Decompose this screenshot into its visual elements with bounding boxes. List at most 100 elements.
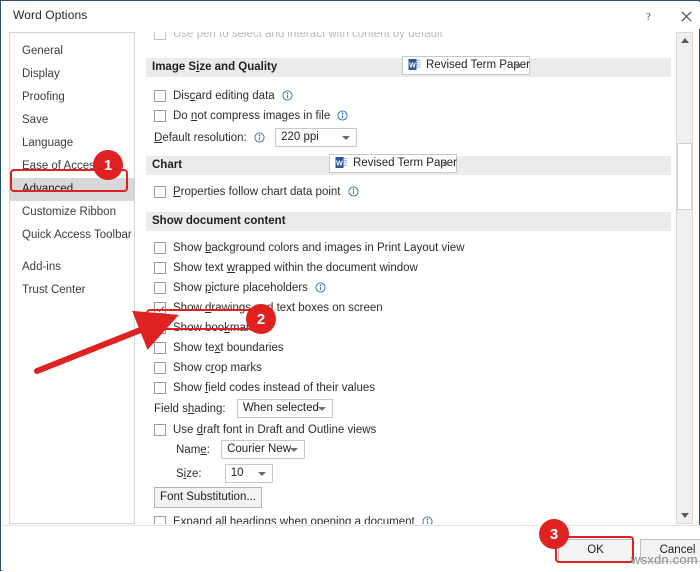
checkbox[interactable] — [154, 362, 166, 374]
option-label: Use pen to select and interact with cont… — [173, 32, 443, 40]
checkbox[interactable] — [154, 342, 166, 354]
section-title: Show document content — [152, 215, 286, 227]
option-label: Show drawings and text boxes on screen — [173, 302, 383, 314]
option-show-background-colors[interactable]: Show background colors and images in Pri… — [154, 241, 465, 255]
option-label: Show picture placeholders — [173, 282, 308, 294]
option-label: Show text wrapped within the document wi… — [173, 262, 418, 274]
checkbox[interactable] — [154, 90, 166, 102]
option-do-not-compress-images[interactable]: Do not compress images in file — [154, 109, 349, 123]
info-icon[interactable] — [337, 110, 349, 121]
sidebar-item-proofing[interactable]: Proofing — [10, 86, 134, 109]
sidebar-item-label: Proofing — [22, 91, 65, 103]
info-icon[interactable] — [254, 131, 265, 143]
chevron-down-icon — [317, 407, 326, 411]
chevron-down-icon — [342, 136, 351, 140]
scroll-down-arrow-icon[interactable] — [677, 508, 692, 523]
font-size-combo[interactable]: 10 — [224, 464, 273, 483]
checkbox[interactable] — [154, 242, 166, 254]
content-scrollbar[interactable] — [676, 32, 693, 524]
checkbox[interactable] — [154, 282, 166, 294]
sidebar-item-label: Display — [22, 68, 60, 80]
chevron-down-icon — [515, 64, 523, 68]
checkbox[interactable] — [154, 302, 166, 314]
checkbox[interactable] — [154, 322, 166, 334]
sidebar-item-quick-access-toolbar[interactable]: Quick Access Toolbar — [10, 224, 134, 247]
word-document-icon: W — [335, 156, 348, 169]
page-title: Word Options — [13, 8, 88, 22]
annotation-badge-2: 2 — [246, 304, 276, 334]
sidebar-item-save[interactable]: Save — [10, 109, 134, 132]
option-properties-follow-chart-data-point[interactable]: Properties follow chart data point — [154, 185, 359, 199]
option-label: Show background colors and images in Pri… — [173, 242, 465, 254]
option-show-field-codes[interactable]: Show field codes instead of their values — [154, 381, 375, 395]
dialog-footer: OK Cancel — [2, 525, 700, 572]
sidebar-item-add-ins[interactable]: Add-ins — [10, 256, 134, 279]
option-label: Show field codes instead of their values — [173, 382, 376, 394]
sidebar-item-trust-center[interactable]: Trust Center — [10, 279, 134, 302]
checkbox[interactable] — [154, 262, 166, 274]
annotation-badge-1: 1 — [93, 150, 123, 180]
option-use-pen-to-select[interactable]: Use pen to select and interact with cont… — [154, 32, 443, 41]
chevron-down-icon — [257, 472, 266, 476]
info-icon[interactable] — [348, 186, 359, 197]
options-category-list[interactable]: General Display Proofing Save Language E… — [9, 32, 135, 524]
option-show-crop-marks[interactable]: Show crop marks — [154, 361, 262, 375]
field-shading-label: Field shading: — [154, 402, 226, 415]
ok-button[interactable]: OK — [558, 539, 633, 562]
button-label: Font Substitution... — [160, 491, 256, 503]
font-name-combo[interactable]: Courier New — [221, 440, 306, 459]
option-show-bookmarks[interactable]: Show bookmarks — [154, 321, 261, 335]
image-scope-combo[interactable]: W Revised Term Paper — [402, 56, 530, 75]
option-label: Expand all headings when opening a docum… — [173, 516, 415, 524]
chevron-down-icon — [442, 162, 450, 166]
sidebar-item-label: Quick Access Toolbar — [22, 229, 132, 241]
chart-scope-combo[interactable]: W Revised Term Paper — [329, 154, 457, 173]
option-use-draft-font[interactable]: Use draft font in Draft and Outline view… — [154, 423, 376, 437]
option-expand-all-headings[interactable]: Expand all headings when opening a docum… — [154, 515, 433, 524]
info-icon[interactable] — [315, 282, 326, 293]
option-show-text-wrapped[interactable]: Show text wrapped within the document wi… — [154, 261, 418, 275]
option-show-picture-placeholders[interactable]: Show picture placeholders — [154, 281, 326, 295]
option-show-text-boundaries[interactable]: Show text boundaries — [154, 341, 284, 355]
sidebar-item-display[interactable]: Display — [10, 63, 134, 86]
scroll-up-arrow-icon[interactable] — [677, 33, 692, 48]
sidebar-item-label: Ease of Access — [22, 160, 101, 172]
combo-value: 10 — [230, 467, 244, 479]
font-name-label: Name: — [176, 443, 210, 456]
field-shading-row: Field shading: When selected — [154, 399, 333, 418]
section-title: Chart — [152, 159, 183, 171]
section-title: Image Size and Quality — [152, 61, 278, 73]
badge-label: 1 — [103, 156, 113, 174]
checkbox[interactable] — [154, 110, 166, 122]
checkbox[interactable] — [154, 516, 166, 524]
option-label: Properties follow chart data point — [173, 186, 341, 198]
sidebar-item-label: Save — [22, 114, 49, 126]
checkbox[interactable] — [154, 186, 166, 198]
scrollbar-thumb[interactable] — [677, 143, 692, 210]
default-resolution-row: Default resolution: 220 ppi — [154, 128, 358, 147]
default-resolution-combo[interactable]: 220 ppi — [275, 128, 358, 147]
combo-value: 220 ppi — [281, 131, 319, 143]
info-icon[interactable] — [422, 516, 433, 524]
word-options-dialog: Word Options ? General Display Proofing … — [0, 0, 700, 572]
draft-font-name-row: Name: Courier New — [176, 440, 306, 459]
checkbox[interactable] — [154, 424, 166, 436]
draft-font-size-row: Size: 10 — [176, 464, 273, 483]
field-shading-combo[interactable]: When selected — [236, 399, 333, 418]
svg-text:W: W — [336, 160, 343, 167]
info-icon[interactable] — [282, 90, 293, 101]
combo-value: When selected — [242, 402, 319, 414]
sidebar-item-customize-ribbon[interactable]: Customize Ribbon — [10, 201, 134, 224]
option-label: Use draft font in Draft and Outline view… — [173, 424, 377, 436]
checkbox[interactable] — [154, 32, 166, 40]
watermark: wsxdn.com — [631, 552, 698, 567]
close-icon[interactable] — [669, 5, 700, 27]
option-discard-editing-data[interactable]: Discard editing data — [154, 89, 293, 103]
help-question-icon[interactable]: ? — [631, 5, 665, 27]
font-size-label: Size: — [176, 467, 202, 480]
sidebar-item-advanced[interactable]: Advanced — [10, 178, 134, 201]
sidebar-item-general[interactable]: General — [10, 40, 134, 63]
font-substitution-button[interactable]: Font Substitution... — [154, 487, 262, 508]
checkbox[interactable] — [154, 382, 166, 394]
word-document-icon: W — [408, 58, 421, 71]
